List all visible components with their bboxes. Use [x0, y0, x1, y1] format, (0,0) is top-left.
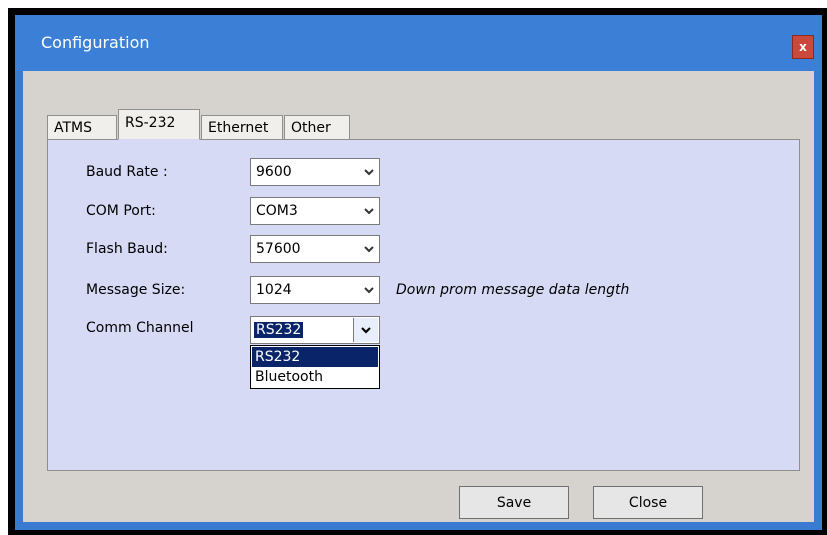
baud-rate-value: 9600 [256, 164, 292, 180]
com-port-label: COM Port: [86, 203, 156, 219]
title-bar[interactable]: Configuration x [15, 15, 822, 71]
comm-channel-label: Comm Channel [86, 320, 194, 336]
flash-baud-label: Flash Baud: [86, 241, 168, 257]
chevron-down-icon [361, 327, 371, 334]
com-port-select[interactable]: COM3 [250, 197, 380, 225]
dropdown-option-rs232[interactable]: RS232 [252, 347, 378, 367]
baud-rate-label: Baud Rate : [86, 164, 168, 180]
dropdown-option-bluetooth[interactable]: Bluetooth [252, 367, 378, 387]
close-window-button[interactable]: x [792, 35, 814, 59]
tab-rs-232[interactable]: RS-232 [118, 109, 200, 140]
comm-channel-select[interactable]: RS232 [250, 316, 380, 344]
chevron-down-icon [364, 169, 374, 176]
chevron-down-icon [364, 208, 374, 215]
message-size-select[interactable]: 1024 [250, 276, 380, 304]
tab-label: Other [291, 120, 331, 136]
chevron-down-icon [364, 287, 374, 294]
close-icon: x [799, 40, 807, 54]
save-button-label: Save [496, 494, 532, 511]
baud-rate-select[interactable]: 9600 [250, 158, 380, 186]
close-button[interactable]: Close [593, 486, 703, 519]
message-size-hint: Down prom message data length [396, 282, 630, 298]
tab-label: RS-232 [125, 115, 176, 131]
tab-label: ATMS [54, 120, 93, 136]
flash-baud-value: 57600 [256, 241, 301, 257]
message-size-label: Message Size: [86, 282, 186, 298]
comm-channel-value: RS232 [254, 322, 304, 338]
save-button[interactable]: Save [459, 486, 569, 519]
comm-channel-dropdown-button[interactable] [353, 318, 378, 342]
com-port-value: COM3 [256, 203, 298, 219]
tab-label: Ethernet [208, 120, 269, 136]
message-size-value: 1024 [256, 282, 292, 298]
tab-ethernet[interactable]: Ethernet [201, 115, 283, 139]
chevron-down-icon [364, 246, 374, 253]
configuration-window: Configuration x ATMS RS-232 Ethernet Oth… [15, 15, 822, 530]
comm-channel-dropdown-list: RS232 Bluetooth [250, 345, 380, 389]
flash-baud-select[interactable]: 57600 [250, 235, 380, 263]
tab-other[interactable]: Other [284, 115, 350, 139]
window-title: Configuration [41, 33, 150, 52]
tab-atms[interactable]: ATMS [47, 115, 117, 139]
window-client-area: ATMS RS-232 Ethernet Other Baud Rate : 9… [23, 71, 814, 522]
close-button-label: Close [628, 494, 668, 511]
rs-232-tab-panel: Baud Rate : 9600 COM Port: COM3 Flash Ba… [47, 139, 800, 471]
